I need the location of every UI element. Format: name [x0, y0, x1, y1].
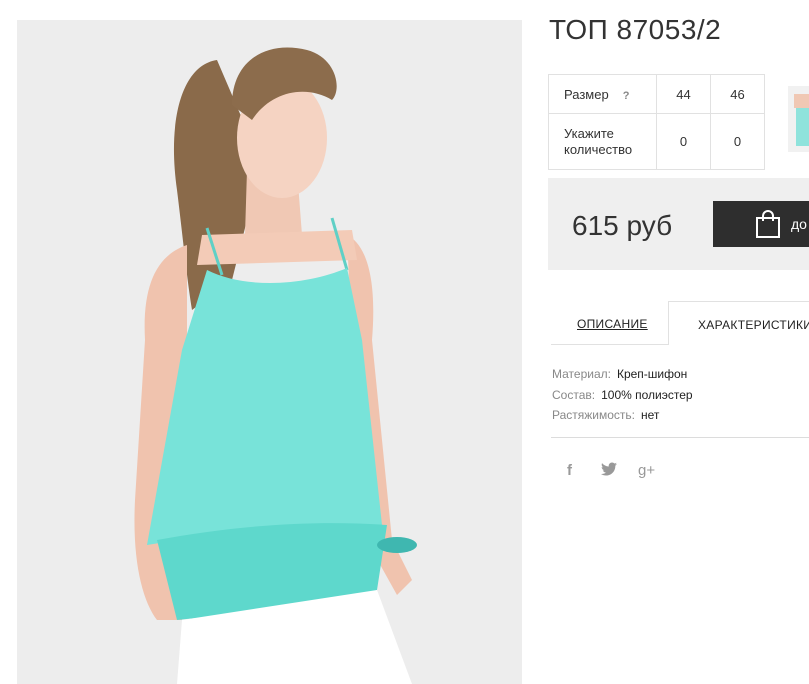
- tab-characteristics-label: ХАРАКТЕРИСТИКИ: [698, 318, 809, 332]
- spec-name: Состав:: [552, 387, 596, 402]
- quantity-input-44[interactable]: 0: [656, 113, 711, 170]
- spec-value: Креп-шифон: [616, 367, 688, 381]
- spec-value: 100% полиэстер: [601, 387, 693, 402]
- size-quantity-table: Размер? 44 46 Укажите количество 0 0: [548, 74, 765, 170]
- tab-underline: [551, 344, 668, 345]
- product-photo[interactable]: [17, 20, 522, 684]
- spec-value: нет: [641, 408, 660, 422]
- price-panel: 615 руб до: [548, 178, 809, 270]
- product-title: ТОП 87053/2: [549, 14, 722, 45]
- facebook-icon[interactable]: f: [567, 462, 572, 479]
- price: 615 руб: [572, 210, 673, 241]
- quantity-input-46[interactable]: 0: [710, 113, 765, 170]
- size-label-cell: Размер?: [548, 74, 657, 114]
- spec-name: Материал:: [552, 367, 611, 381]
- size-help-icon[interactable]: ?: [623, 90, 630, 102]
- tab-description[interactable]: ОПИСАНИЕ: [577, 317, 648, 331]
- spec-row-material: Материал: Креп-шифон: [552, 364, 693, 385]
- twitter-icon[interactable]: [601, 462, 617, 480]
- product-tabs: ОПИСАНИЕ ХАРАКТЕРИСТИКИ: [551, 301, 809, 345]
- divider: [551, 437, 809, 438]
- spec-row-stretch: Растяжимость: нет: [552, 405, 693, 426]
- size-label: Размер: [564, 86, 609, 102]
- size-option-44[interactable]: 44: [656, 74, 711, 114]
- google-plus-icon[interactable]: g+: [638, 462, 655, 479]
- thumbnail-image: [788, 86, 809, 152]
- add-to-cart-label: до: [791, 216, 807, 232]
- shopping-bag-icon: [755, 209, 781, 242]
- quantity-row: Укажите количество 0 0: [548, 113, 765, 170]
- size-row: Размер? 44 46: [548, 74, 765, 114]
- quantity-label: Укажите количество: [548, 113, 657, 170]
- size-option-46[interactable]: 46: [710, 74, 765, 114]
- spec-row-composition: Состав: 100% полиэстер: [552, 385, 693, 406]
- add-to-cart-button[interactable]: до: [713, 201, 809, 247]
- tab-characteristics[interactable]: ХАРАКТЕРИСТИКИ: [668, 301, 809, 345]
- model-illustration: [17, 20, 522, 684]
- product-thumbnail[interactable]: [788, 86, 809, 152]
- spec-name: Растяжимость:: [552, 408, 636, 422]
- specs-list: Материал: Креп-шифон Состав: 100% полиэсте…: [552, 364, 693, 426]
